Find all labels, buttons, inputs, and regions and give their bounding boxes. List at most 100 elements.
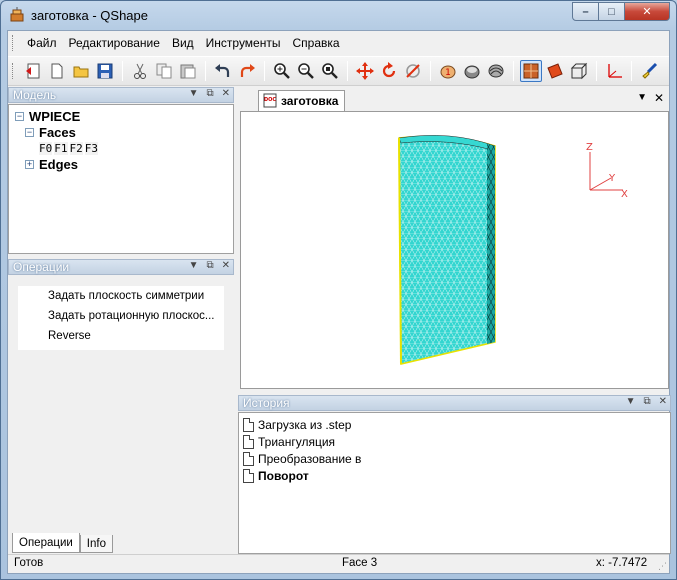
brush-icon[interactable]	[638, 60, 660, 82]
document-icon	[243, 434, 254, 449]
solid-view-icon[interactable]	[520, 60, 542, 82]
history-item-label: Поворот	[258, 468, 309, 483]
close-button[interactable]: ✕	[625, 2, 670, 21]
menu-view[interactable]: Вид	[166, 36, 200, 50]
operations-panel: Задать плоскость симметрии Задать ротаци…	[8, 276, 234, 554]
cut-icon[interactable]	[129, 60, 151, 82]
history-panel-title: История	[243, 396, 290, 410]
tree-node-edges[interactable]: + Edges	[15, 156, 233, 172]
history-list[interactable]: Загрузка из .step Триангуляция Преобразо…	[238, 412, 671, 554]
dropdown-icon[interactable]: ▼	[189, 260, 199, 271]
toolbar-separator	[596, 61, 597, 81]
shading-icon[interactable]: 1	[437, 60, 459, 82]
model-tree[interactable]: − WPIECE − Faces F0 F1 F2 F3 + Edges	[8, 104, 234, 254]
pan-icon[interactable]	[354, 60, 376, 82]
zoom-in-icon[interactable]	[271, 60, 293, 82]
tree-node-root[interactable]: − WPIECE	[15, 108, 233, 124]
float-icon[interactable]: ⧉	[206, 260, 213, 271]
coordinate-readout: x: -7.7472	[596, 557, 648, 569]
undo-icon[interactable]	[212, 60, 234, 82]
operations-panel-header[interactable]: Операции ▼ ⧉ ✕	[8, 259, 234, 275]
open-folder-icon[interactable]	[70, 60, 92, 82]
tree-edges-label: Edges	[39, 156, 79, 172]
document-icon	[243, 468, 254, 483]
axes-indicator	[589, 152, 623, 191]
collapse-icon[interactable]: −	[25, 127, 34, 137]
document-tab[interactable]: DOC заготовка	[258, 90, 346, 111]
tree-node-faces[interactable]: − Faces	[15, 124, 233, 140]
paste-icon[interactable]	[177, 60, 199, 82]
wireframe-icon[interactable]	[461, 60, 483, 82]
3d-viewport[interactable]: Z Y X	[240, 111, 669, 389]
menu-help[interactable]: Справка	[286, 36, 345, 50]
history-item[interactable]: Поворот	[239, 467, 670, 484]
toolbar-grip[interactable]	[12, 63, 15, 79]
float-icon[interactable]: ⧉	[206, 88, 213, 99]
toolbar-separator	[347, 61, 348, 81]
document-tab-label: заготовка	[281, 94, 339, 108]
operations-panel-title: Операции	[13, 260, 70, 274]
maximize-button[interactable]: □	[599, 2, 625, 21]
history-item[interactable]: Преобразование в	[239, 450, 670, 467]
document-tabbar: DOC заготовка ▼ ✕	[240, 89, 669, 111]
tree-root-label: WPIECE	[29, 108, 81, 124]
operation-item[interactable]: Reverse	[18, 326, 224, 346]
operation-item[interactable]: Задать плоскость симметрии	[18, 286, 224, 306]
rotate-axis-icon[interactable]	[402, 60, 424, 82]
toolbar-separator	[631, 61, 632, 81]
face-item[interactable]: F1	[54, 141, 68, 155]
history-item[interactable]: Загрузка из .step	[239, 416, 670, 433]
operations-list: Задать плоскость симметрии Задать ротаци…	[18, 286, 224, 350]
close-tab-icon[interactable]: ✕	[654, 91, 664, 105]
panel-header-buttons: ▼ ⧉ ✕	[626, 396, 667, 407]
minimize-button[interactable]: –	[572, 2, 599, 21]
zoom-fit-icon[interactable]	[319, 60, 341, 82]
menu-file[interactable]: Файл	[21, 36, 63, 50]
app-icon	[10, 7, 24, 22]
tab-list-icon[interactable]: ▼	[637, 92, 647, 103]
box-view-icon[interactable]	[568, 60, 590, 82]
tab-info[interactable]: Info	[79, 535, 113, 553]
close-icon[interactable]: ✕	[222, 88, 230, 99]
save-icon[interactable]	[94, 60, 116, 82]
collapse-icon[interactable]: −	[15, 111, 24, 121]
axis-x-label: X	[621, 189, 628, 200]
tree-faces-label: Faces	[39, 124, 76, 140]
rotate-icon[interactable]	[378, 60, 400, 82]
toolbar-separator	[205, 61, 206, 81]
copy-icon[interactable]	[153, 60, 175, 82]
svg-text:1: 1	[445, 68, 451, 78]
menubar-grip[interactable]	[12, 35, 15, 51]
title-bar[interactable]: заготовка - QShape – □ ✕	[1, 1, 676, 29]
tab-operations[interactable]: Операции	[12, 533, 80, 553]
history-item[interactable]: Триангуляция	[239, 433, 670, 450]
face-item[interactable]: F0	[39, 141, 53, 155]
new-icon[interactable]	[46, 60, 68, 82]
redo-icon[interactable]	[236, 60, 258, 82]
expand-icon[interactable]: +	[25, 159, 34, 169]
dropdown-icon[interactable]: ▼	[189, 88, 199, 99]
main-window: заготовка - QShape – □ ✕ Файл Редактиров…	[0, 0, 677, 580]
mesh-icon[interactable]	[485, 60, 507, 82]
mesh-view[interactable]: Z Y X	[241, 112, 668, 388]
menu-bar: Файл Редактирование Вид Инструменты Спра…	[8, 31, 669, 55]
operation-item[interactable]: Задать ротационную плоскос...	[18, 306, 224, 326]
float-icon[interactable]: ⧉	[643, 396, 650, 407]
workpiece-model[interactable]	[398, 135, 496, 365]
face-item[interactable]: F2	[69, 141, 83, 155]
surface-view-icon[interactable]	[544, 60, 566, 82]
model-panel-header[interactable]: Модель ▼ ⧉ ✕	[8, 87, 234, 103]
face-item[interactable]: F3	[84, 141, 98, 155]
history-item-label: Триангуляция	[258, 434, 336, 449]
dropdown-icon[interactable]: ▼	[626, 396, 636, 407]
open-icon[interactable]	[22, 60, 44, 82]
resize-grip-icon[interactable]: ⋰	[658, 561, 667, 572]
axes-icon[interactable]	[603, 60, 625, 82]
zoom-out-icon[interactable]	[295, 60, 317, 82]
client-area: Файл Редактирование Вид Инструменты Спра…	[7, 30, 671, 574]
menu-tools[interactable]: Инструменты	[200, 36, 287, 50]
close-icon[interactable]: ✕	[222, 260, 230, 271]
history-panel-header[interactable]: История ▼ ⧉ ✕	[238, 395, 671, 411]
close-icon[interactable]: ✕	[659, 396, 667, 407]
menu-edit[interactable]: Редактирование	[63, 36, 166, 50]
